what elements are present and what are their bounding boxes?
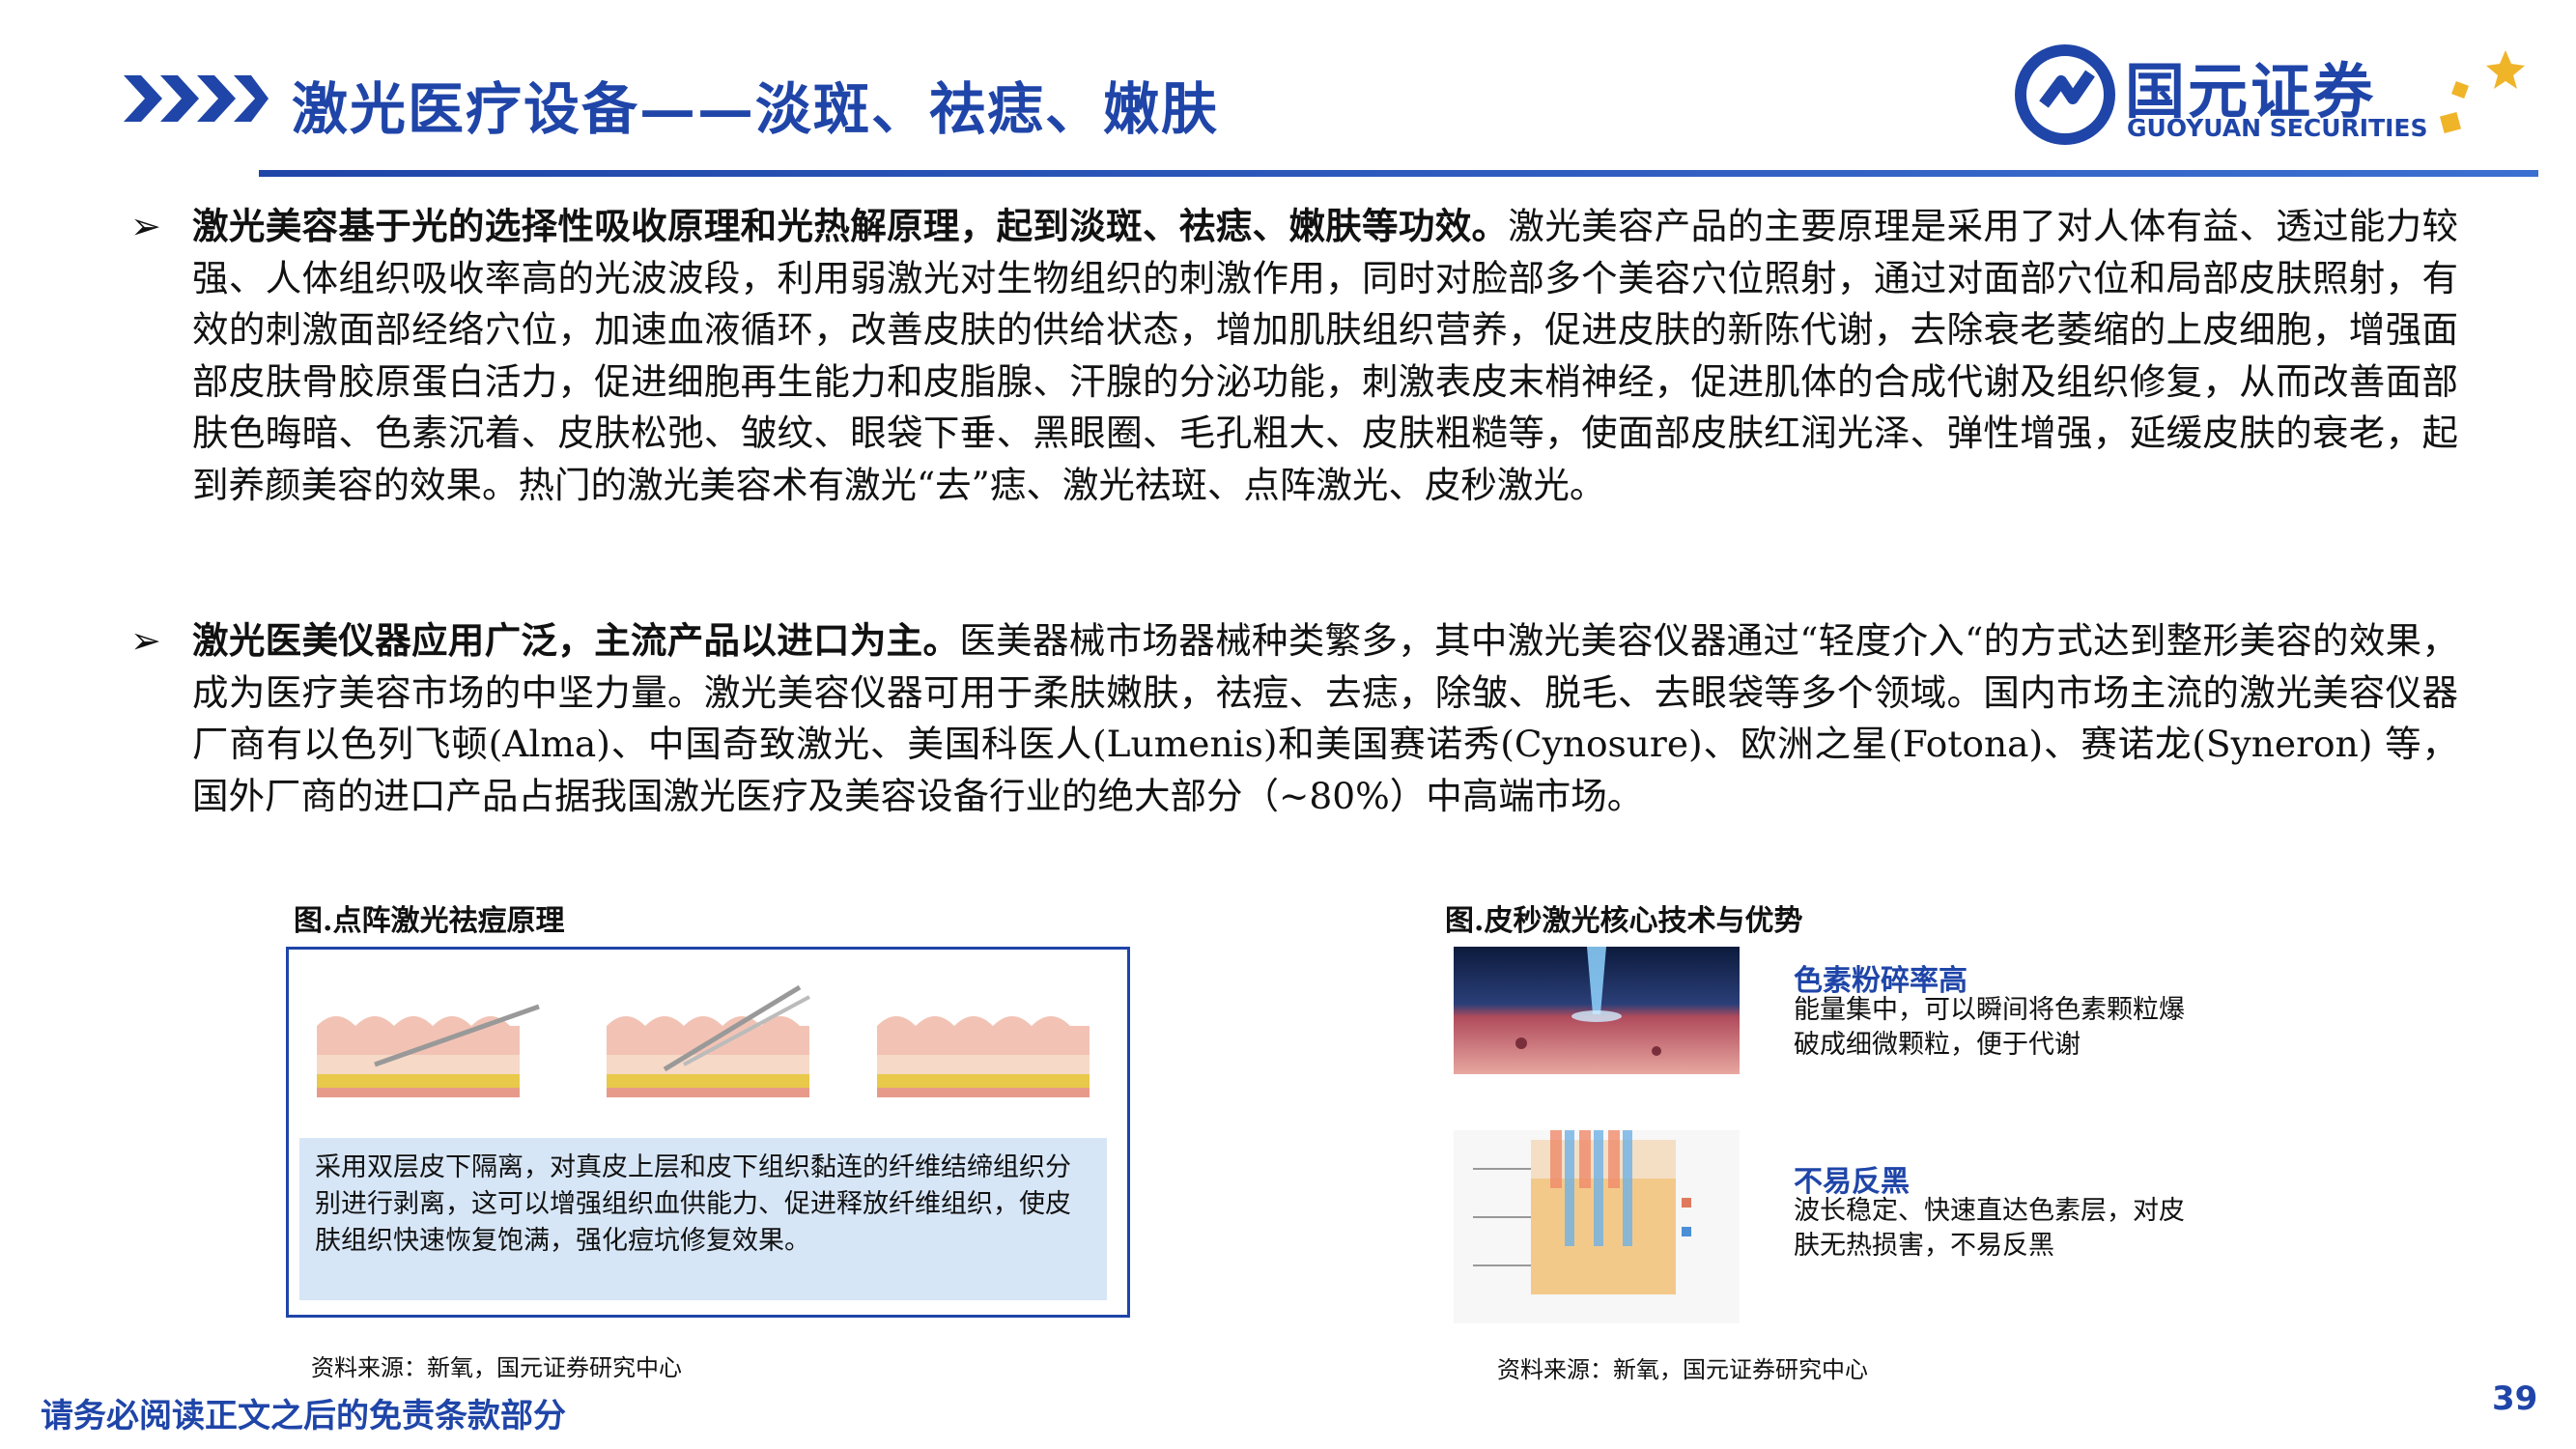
bullet-paragraph-1: ➢ 激光美容基于光的选择性吸收原理和光热解原理，起到淡斑、祛痣、嫩肤等功效。激光… <box>130 201 2458 511</box>
source-note-right: 资料来源：新氧，国元证券研究中心 <box>1497 1356 1868 1383</box>
page-title: 激光医疗设备——淡斑、祛痣、嫩肤 <box>292 76 1220 142</box>
bullet-arrow-icon: ➢ <box>130 619 161 662</box>
chevron-arrows-icon <box>124 75 269 122</box>
page-number: 39 <box>2492 1379 2538 1418</box>
title-underline <box>259 170 2538 177</box>
guoyuan-logo-icon <box>2015 44 2115 145</box>
figure-caption-right: 图.皮秒激光核心技术与优势 <box>1445 904 1803 938</box>
disclaimer-footer: 请务必阅读正文之后的免责条款部分 <box>41 1397 566 1435</box>
bullet-lead: 激光医美仪器应用广泛，主流产品以进口为主。 <box>192 619 960 662</box>
bullet-arrow-icon: ➢ <box>130 205 161 247</box>
source-note-left: 资料来源：新氧，国元证券研究中心 <box>311 1354 682 1381</box>
skin-layers-diagram <box>297 958 1115 1130</box>
logo-english-name: GUOYUAN SECURITIES <box>2127 114 2428 142</box>
feature-desc-1: 能量集中，可以瞬间将色素颗粒爆破成细微颗粒，便于代谢 <box>1794 995 2185 1060</box>
pico-laser-skin-image <box>1454 947 1740 1074</box>
bullet-lead: 激光美容基于光的选择性吸收原理和光热解原理，起到淡斑、祛痣、嫩肤等功效。 <box>192 205 1509 247</box>
figure-note-left: 采用双层皮下隔离，对真皮上层和皮下组织黏连的纤维结缔组织分别进行剥离，这可以增强… <box>299 1138 1107 1300</box>
pico-laser-wavelength-image <box>1454 1130 1740 1323</box>
bullet-paragraph-2: ➢ 激光医美仪器应用广泛，主流产品以进口为主。医美器械市场器械种类繁多，其中激光… <box>130 615 2458 822</box>
gold-stars-icon <box>2439 50 2525 134</box>
feature-desc-2: 波长稳定、快速直达色素层，对皮肤无热损害，不易反黑 <box>1794 1196 2185 1261</box>
bullet-body: 激光美容产品的主要原理是采用了对人体有益、透过能力较强、人体组织吸收率高的光波波… <box>192 205 2458 506</box>
figure-caption-left: 图.点阵激光祛痘原理 <box>294 904 565 938</box>
